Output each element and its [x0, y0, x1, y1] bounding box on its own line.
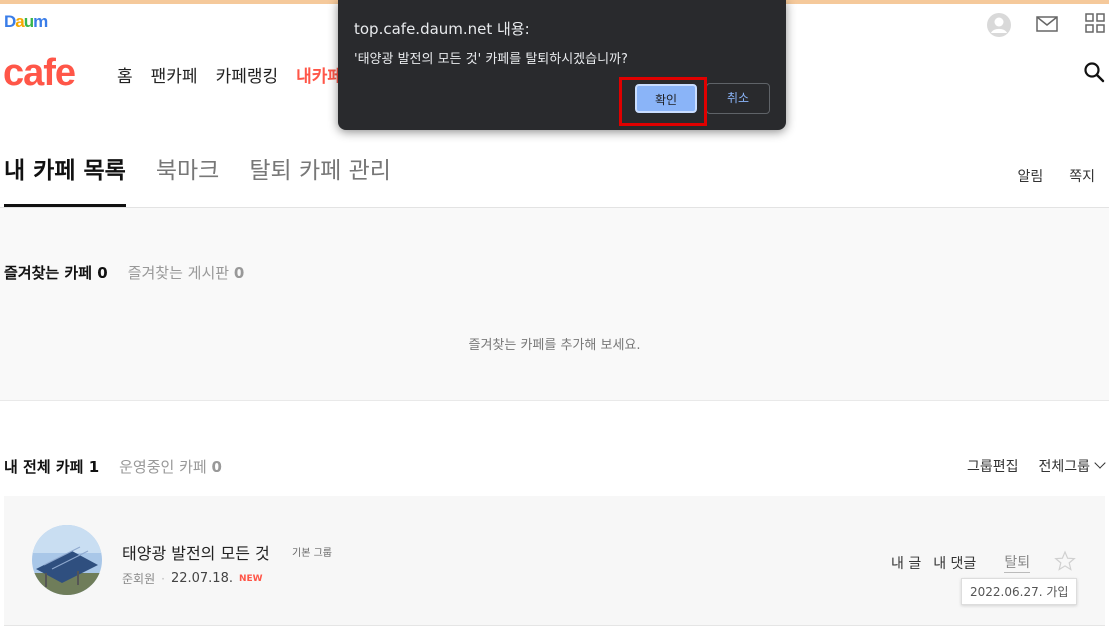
confirm-cancel-button[interactable]: 취소: [706, 83, 770, 114]
daum-logo-letter-u: u: [23, 12, 34, 31]
group-select-dropdown[interactable]: 전체그룹: [1038, 456, 1106, 476]
tab-favorite-cafes[interactable]: 즐겨찾는 카페 0: [4, 262, 108, 283]
tab-managed-cafes[interactable]: 운영중인 카페 0: [119, 456, 222, 477]
cafe-thumbnail[interactable]: [32, 525, 102, 595]
confirm-dialog: top.cafe.daum.net 내용: '태양광 발전의 모든 것' 카페를…: [338, 0, 786, 130]
chevron-down-icon: [1094, 457, 1106, 469]
cafe-actions: 내 글 내 댓글 탈퇴: [891, 552, 1031, 573]
message-link[interactable]: 쪽지: [1069, 166, 1095, 186]
daum-logo-letter-m: m: [33, 12, 48, 31]
cafe-meta: 준회원 · 22.07.18. NEW: [122, 570, 263, 587]
new-badge: NEW: [238, 573, 263, 584]
favorites-empty-message: 즐겨찾는 카페를 추가해 보세요.: [468, 338, 641, 353]
dialog-title: top.cafe.daum.net 내용:: [354, 20, 530, 38]
confirm-ok-button[interactable]: 확인: [635, 84, 697, 113]
daum-logo-letter-a: a: [15, 12, 25, 31]
nav-my-cafe[interactable]: 내카페: [296, 62, 343, 87]
tab-left-cafe-management[interactable]: 탈퇴 카페 관리: [249, 154, 391, 207]
favorite-star-icon[interactable]: [1054, 550, 1076, 572]
group-select-label: 전체그룹: [1038, 459, 1090, 475]
notification-link[interactable]: 알림: [1017, 166, 1043, 186]
daum-logo[interactable]: Daum: [4, 12, 48, 32]
nav-cafe-ranking[interactable]: 카페랭킹: [216, 62, 279, 87]
app-grid-icon[interactable]: [1084, 12, 1109, 38]
tab-bookmark[interactable]: 북마크: [156, 154, 219, 207]
search-icon[interactable]: [1083, 61, 1105, 83]
top-right-links: 알림 쪽지: [1017, 166, 1095, 186]
cafe-name-link[interactable]: 태양광 발전의 모든 것: [122, 540, 270, 564]
cafe-group-label: 기본 그룹: [292, 548, 332, 559]
favorite-cafes-label: 즐겨찾는 카페: [4, 264, 93, 282]
group-edit-button[interactable]: 그룹편집: [967, 456, 1019, 476]
managed-cafes-label: 운영중인 카페: [119, 458, 207, 476]
favorite-boards-count: 0: [233, 264, 245, 282]
group-controls: 그룹편집 전체그룹: [967, 456, 1106, 476]
join-date-tooltip: 2022.06.27. 가입: [961, 578, 1078, 605]
cafe-list-tabs: 내 카페 목록 북마크 탈퇴 카페 관리: [4, 154, 391, 207]
tab-my-cafe-list[interactable]: 내 카페 목록: [4, 154, 126, 207]
nav-home[interactable]: 홈: [117, 62, 133, 87]
dialog-message: '태양광 발전의 모든 것' 카페를 탈퇴하시겠습니까?: [354, 52, 628, 67]
daum-logo-letter-d: D: [4, 12, 16, 31]
all-cafes-label: 내 전체 카페: [4, 458, 84, 476]
favorites-section: [0, 208, 1109, 401]
mail-icon[interactable]: [1035, 12, 1061, 38]
tab-favorite-boards[interactable]: 즐겨찾는 게시판 0: [128, 262, 245, 283]
meta-separator: ·: [161, 571, 165, 586]
managed-cafes-count: 0: [211, 458, 222, 476]
nav-fancafe[interactable]: 팬카페: [151, 62, 198, 87]
favorite-boards-label: 즐겨찾는 게시판: [127, 264, 230, 282]
leave-cafe-button[interactable]: 탈퇴: [1004, 552, 1031, 573]
last-visit-date: 22.07.18.: [170, 571, 233, 586]
cafe-list-item: 태양광 발전의 모든 것 기본 그룹 준회원 · 22.07.18. NEW 내…: [4, 496, 1105, 626]
cafe-logo[interactable]: cafe: [3, 50, 76, 96]
favorite-cafes-count: 0: [97, 264, 108, 282]
my-posts-link[interactable]: 내 글: [891, 553, 921, 573]
tab-all-my-cafes[interactable]: 내 전체 카페 1: [4, 456, 99, 477]
all-cafes-tabs: 내 전체 카페 1 운영중인 카페 0: [4, 456, 222, 477]
favorites-tabs: 즐겨찾는 카페 0 즐겨찾는 게시판 0: [4, 262, 244, 283]
main-nav: 홈 팬카페 카페랭킹 내카페: [117, 62, 343, 87]
profile-icon[interactable]: [986, 12, 1012, 38]
all-cafes-count: 1: [88, 458, 100, 476]
my-comments-link[interactable]: 내 댓글: [933, 553, 976, 573]
member-grade: 준회원: [122, 572, 156, 586]
